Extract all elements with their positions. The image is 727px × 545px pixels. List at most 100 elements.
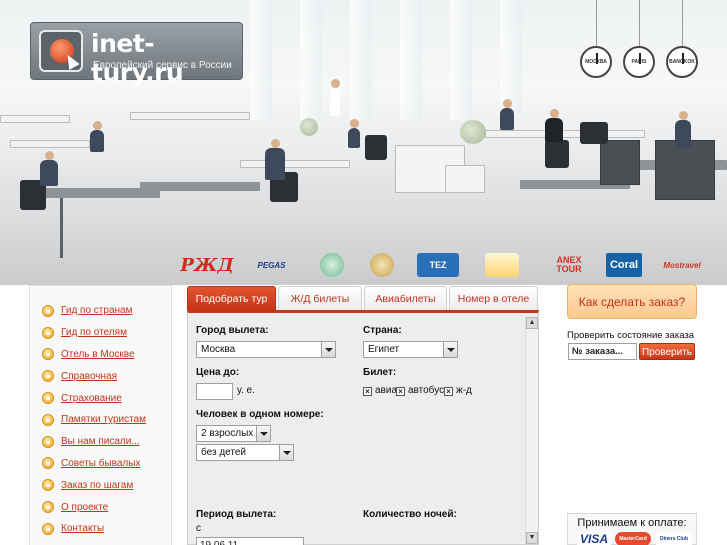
sidebar-item[interactable]: Контакты bbox=[30, 518, 171, 540]
clock-moscow-icon: МОСКВА bbox=[580, 46, 612, 78]
window-decor bbox=[400, 0, 422, 120]
sidebar-link[interactable]: Гид по отелям bbox=[61, 327, 127, 338]
sidebar-item[interactable]: Заказ по шагам bbox=[30, 474, 171, 496]
visa-icon: VISA bbox=[577, 532, 611, 545]
office-desk bbox=[130, 112, 250, 120]
sidebar-item[interactable]: Гид по странам bbox=[30, 300, 171, 322]
period-from-input[interactable]: 19.06.11 bbox=[196, 537, 304, 545]
sidebar-link[interactable]: Страхование bbox=[61, 393, 122, 404]
tour-search-form: Город вылета: Москва Страна: Египет Цена… bbox=[187, 310, 539, 545]
nights-label: Количество ночей: bbox=[363, 509, 457, 520]
ticket-train-checkbox[interactable]: × bbox=[444, 387, 453, 396]
order-status-box: Проверить состояние заказа № заказа... П… bbox=[567, 330, 699, 365]
country-select[interactable]: Египет bbox=[363, 341, 458, 358]
globe-cursor-icon bbox=[39, 30, 83, 72]
tab-tour[interactable]: Подобрать тур bbox=[187, 286, 276, 310]
sidebar-item[interactable]: Памятки туристам bbox=[30, 409, 171, 431]
sidebar-link[interactable]: Справочная bbox=[61, 371, 117, 382]
office-person bbox=[90, 121, 104, 152]
sidebar-link[interactable]: Советы бывалых bbox=[61, 458, 140, 469]
partner-mostravel-logo[interactable]: Mostravel bbox=[663, 253, 700, 277]
sidebar-item[interactable]: О проекте bbox=[30, 496, 171, 518]
sidebar-link[interactable]: Гид по странам bbox=[61, 305, 132, 316]
children-select[interactable]: без детей bbox=[196, 444, 294, 461]
office-desk bbox=[10, 140, 90, 148]
scroll-up-icon[interactable]: ▲ bbox=[526, 317, 538, 329]
office-person bbox=[330, 79, 340, 116]
period-label: Период вылета: bbox=[196, 509, 277, 520]
sidebar-link[interactable]: Вы нам писали... bbox=[61, 436, 140, 447]
bullet-icon bbox=[42, 392, 54, 405]
partner-rzd-logo[interactable]: РЖД bbox=[180, 253, 233, 277]
children-value: без детей bbox=[201, 447, 246, 458]
window-decor bbox=[300, 0, 322, 120]
tab-hotel[interactable]: Номер в отеле bbox=[449, 286, 538, 310]
bullet-icon bbox=[42, 457, 54, 470]
departure-label: Город вылета: bbox=[196, 325, 269, 336]
sidebar-item[interactable]: Страхование bbox=[30, 387, 171, 409]
partner-anex-logo[interactable]: ANEX TOUR bbox=[552, 253, 586, 277]
sidebar-item[interactable]: Гид по отелям bbox=[30, 322, 171, 344]
ticket-air-checkbox[interactable]: × bbox=[363, 387, 372, 396]
bullet-icon bbox=[42, 501, 54, 514]
price-unit: у. е. bbox=[237, 385, 255, 396]
payment-title: Принимаем к оплате: bbox=[577, 517, 687, 529]
chevron-down-icon bbox=[321, 342, 335, 357]
office-desk bbox=[140, 182, 260, 191]
partner-coral-logo[interactable]: Coral bbox=[606, 253, 642, 277]
departure-select[interactable]: Москва bbox=[196, 341, 336, 358]
tab-flights[interactable]: Авиабилеты bbox=[364, 286, 447, 310]
ticket-train-label: ж-д bbox=[456, 385, 472, 396]
adults-select[interactable]: 2 взрослых bbox=[196, 425, 271, 442]
office-desk bbox=[240, 160, 350, 168]
partner-tez-logo[interactable]: TEZ bbox=[417, 253, 459, 277]
sidebar-link[interactable]: Заказ по шагам bbox=[61, 480, 133, 491]
sidebar-link[interactable]: Памятки туристам bbox=[61, 414, 146, 425]
price-input[interactable] bbox=[196, 383, 233, 400]
office-chair bbox=[365, 135, 387, 160]
window-decor bbox=[250, 0, 272, 120]
sidebar-item[interactable]: Справочная bbox=[30, 365, 171, 387]
payment-methods: Принимаем к оплате: VISA MasterCard Dine… bbox=[567, 513, 697, 545]
site-logo[interactable]: inet-tury.ru Европейский сервис в России bbox=[30, 22, 243, 87]
bullet-icon bbox=[42, 304, 54, 317]
clock-bangkok-icon: BANGKOK bbox=[666, 46, 698, 78]
how-to-order-button[interactable]: Как сделать заказ? bbox=[567, 284, 697, 319]
price-label: Цена до: bbox=[196, 367, 240, 378]
office-desk bbox=[0, 115, 70, 123]
sidebar-item[interactable]: Отель в Москве bbox=[30, 344, 171, 366]
ticket-bus-label: автобус bbox=[408, 385, 445, 396]
partner-pegas-logo[interactable]: PEGAS bbox=[244, 253, 299, 277]
order-number-input[interactable]: № заказа... bbox=[568, 343, 637, 360]
partner-sun-logo[interactable] bbox=[485, 253, 519, 277]
chevron-down-icon bbox=[279, 445, 293, 460]
sidebar-item[interactable]: Вы нам писали... bbox=[30, 431, 171, 453]
partner-gold-logo[interactable] bbox=[370, 253, 394, 277]
file-cabinet bbox=[445, 165, 485, 193]
office-person bbox=[545, 109, 563, 142]
office-desk bbox=[485, 130, 645, 138]
clock-label: МОСКВА bbox=[585, 59, 607, 65]
period-from-label: с bbox=[196, 523, 201, 534]
sidebar-link[interactable]: Отель в Москве bbox=[61, 349, 135, 360]
sidebar-link[interactable]: Контакты bbox=[61, 523, 104, 534]
office-chair bbox=[545, 140, 569, 168]
form-scrollbar[interactable]: ▲ ▼ bbox=[525, 317, 538, 544]
chevron-down-icon bbox=[256, 426, 270, 441]
ticket-label: Билет: bbox=[363, 367, 397, 378]
country-value: Египет bbox=[368, 344, 400, 355]
tab-train[interactable]: Ж/Д билеты bbox=[278, 286, 362, 310]
sidebar-item[interactable]: Советы бывалых bbox=[30, 453, 171, 475]
bullet-icon bbox=[42, 522, 54, 535]
bullet-icon bbox=[42, 370, 54, 383]
office-person bbox=[265, 139, 285, 180]
chevron-down-icon bbox=[443, 342, 457, 357]
check-order-button[interactable]: Проверить bbox=[639, 343, 695, 360]
sidebar-link[interactable]: О проекте bbox=[61, 502, 108, 513]
scroll-down-icon[interactable]: ▼ bbox=[526, 532, 538, 544]
partner-green-logo[interactable] bbox=[320, 253, 344, 277]
mastercard-icon: MasterCard bbox=[615, 532, 651, 545]
clock-label: PARIS bbox=[631, 59, 647, 65]
ticket-bus-checkbox[interactable]: × bbox=[396, 387, 405, 396]
window-decor bbox=[450, 0, 472, 120]
